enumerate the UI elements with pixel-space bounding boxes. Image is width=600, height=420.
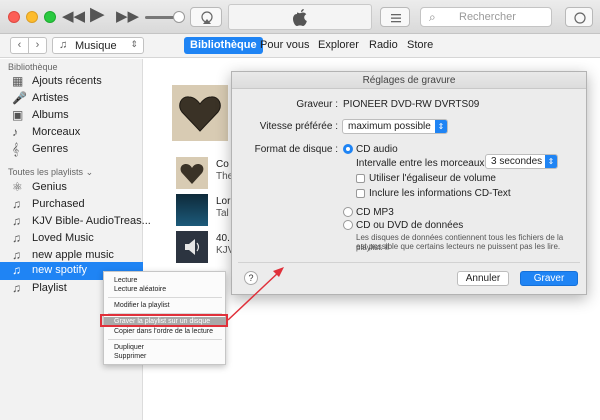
annotation-arrow	[227, 267, 284, 321]
